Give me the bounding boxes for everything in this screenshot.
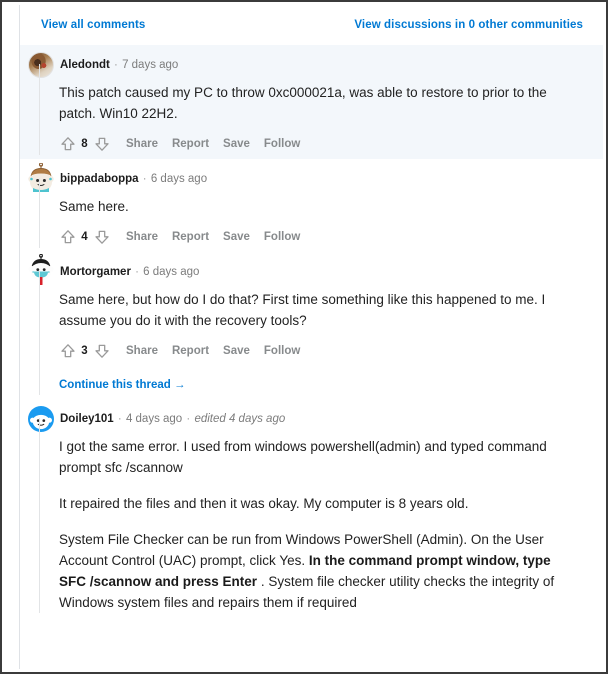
comment-list: Aledondt · 7 days ago This patch caused … xyxy=(5,45,603,617)
comment-body: Same here, but how do I do that? First t… xyxy=(39,271,593,395)
thread-line xyxy=(39,418,40,613)
save-button[interactable]: Save xyxy=(223,345,250,357)
vote-score: 4 xyxy=(81,231,88,243)
continue-this-thread-link[interactable]: Continue this thread → xyxy=(59,379,186,391)
follow-button[interactable]: Follow xyxy=(264,138,300,150)
snoo-mask-avatar[interactable] xyxy=(28,254,54,285)
comment-author[interactable]: Doiley101 xyxy=(60,413,114,425)
comment-timestamp: 6 days ago xyxy=(143,265,200,278)
comment-header: bippadaboppa · 6 days ago xyxy=(20,163,593,192)
comment-byline: bippadaboppa · 6 days ago xyxy=(60,172,208,185)
vote-score: 3 xyxy=(81,345,88,357)
comment-author[interactable]: Mortorgamer xyxy=(60,266,131,278)
comment-paragraph: Same here. xyxy=(59,199,129,214)
upvote-arrow-icon[interactable] xyxy=(59,136,76,153)
comment-paragraph: This patch caused my PC to throw 0xc0000… xyxy=(59,85,547,121)
comment-paragraph: It repaired the files and then it was ok… xyxy=(59,496,469,511)
comment-paragraph-rich: System File Checker can be run from Wind… xyxy=(59,529,565,613)
comment-header: Aledondt · 7 days ago xyxy=(20,52,593,78)
downvote-arrow-icon[interactable] xyxy=(93,343,110,360)
report-button[interactable]: Report xyxy=(172,138,209,150)
thread-line xyxy=(39,271,40,395)
arrow-right-icon: → xyxy=(174,379,186,391)
view-all-comments-link[interactable]: View all comments xyxy=(41,19,145,31)
report-button[interactable]: Report xyxy=(172,231,209,243)
comment-timestamp: 7 days ago xyxy=(122,58,179,71)
save-button[interactable]: Save xyxy=(223,138,250,150)
continue-thread-row: Continue this thread → xyxy=(59,375,593,395)
vote-controls: 8 xyxy=(59,136,110,153)
comment-edited-note: edited 4 days ago xyxy=(194,412,286,425)
comment-body: I got the same error. I used from window… xyxy=(39,418,593,613)
comment-byline: Doiley101 · 4 days ago · edited 4 days a… xyxy=(60,412,286,425)
comment-paragraph: Same here, but how do I do that? First t… xyxy=(59,292,546,328)
vote-controls: 4 xyxy=(59,229,110,246)
downvote-arrow-icon[interactable] xyxy=(93,229,110,246)
comment-thread-item: Doiley101 · 4 days ago · edited 4 days a… xyxy=(20,399,603,617)
photo-avatar[interactable] xyxy=(28,52,54,78)
comment-byline: Mortorgamer · 6 days ago xyxy=(60,265,200,278)
comment-action-row: 8 Share Report Save Follow xyxy=(59,133,593,155)
comment-thread-item: bippadaboppa · 6 days ago Same here. 4 S… xyxy=(20,159,603,252)
vote-score: 8 xyxy=(81,138,88,150)
upvote-arrow-icon[interactable] xyxy=(59,343,76,360)
comments-panel: View all comments View discussions in 0 … xyxy=(0,0,608,674)
comment-paragraph: I got the same error. I used from window… xyxy=(59,439,547,475)
comments-panel-inner: View all comments View discussions in 0 … xyxy=(5,5,603,669)
follow-button[interactable]: Follow xyxy=(264,345,300,357)
downvote-arrow-icon[interactable] xyxy=(93,136,110,153)
upvote-arrow-icon[interactable] xyxy=(59,229,76,246)
comment-action-row: 4 Share Report Save Follow xyxy=(59,226,593,248)
share-button[interactable]: Share xyxy=(126,345,158,357)
comment-thread-item: Aledondt · 7 days ago This patch caused … xyxy=(20,45,603,159)
comment-timestamp: 4 days ago xyxy=(125,412,183,425)
report-button[interactable]: Report xyxy=(172,345,209,357)
share-button[interactable]: Share xyxy=(126,138,158,150)
comment-body: Same here. 4 Share Report Save Follow xyxy=(39,178,593,248)
comment-action-row: 3 Share Report Save Follow xyxy=(59,340,593,362)
comment-header: Doiley101 · 4 days ago · edited 4 days a… xyxy=(20,406,593,432)
comment-byline: Aledondt · 7 days ago xyxy=(60,58,179,71)
comment-header: Mortorgamer · 6 days ago xyxy=(20,254,593,285)
view-other-communities-link[interactable]: View discussions in 0 other communities xyxy=(354,19,583,31)
snoo-blue-avatar[interactable] xyxy=(28,406,54,432)
thread-line xyxy=(39,64,40,155)
snoo-brown-avatar[interactable] xyxy=(28,163,54,192)
comment-timestamp: 6 days ago xyxy=(150,172,208,185)
save-button[interactable]: Save xyxy=(223,231,250,243)
continue-thread-label: Continue this thread xyxy=(59,379,171,391)
share-button[interactable]: Share xyxy=(126,231,158,243)
comment-author[interactable]: bippadaboppa xyxy=(60,173,139,185)
comment-body: This patch caused my PC to throw 0xc0000… xyxy=(39,64,593,155)
comment-author[interactable]: Aledondt xyxy=(60,59,110,71)
vote-controls: 3 xyxy=(59,343,110,360)
comment-thread-item: Mortorgamer · 6 days ago Same here, but … xyxy=(20,252,603,399)
follow-button[interactable]: Follow xyxy=(264,231,300,243)
thread-line xyxy=(39,178,40,248)
comments-top-bar: View all comments View discussions in 0 … xyxy=(5,5,603,669)
